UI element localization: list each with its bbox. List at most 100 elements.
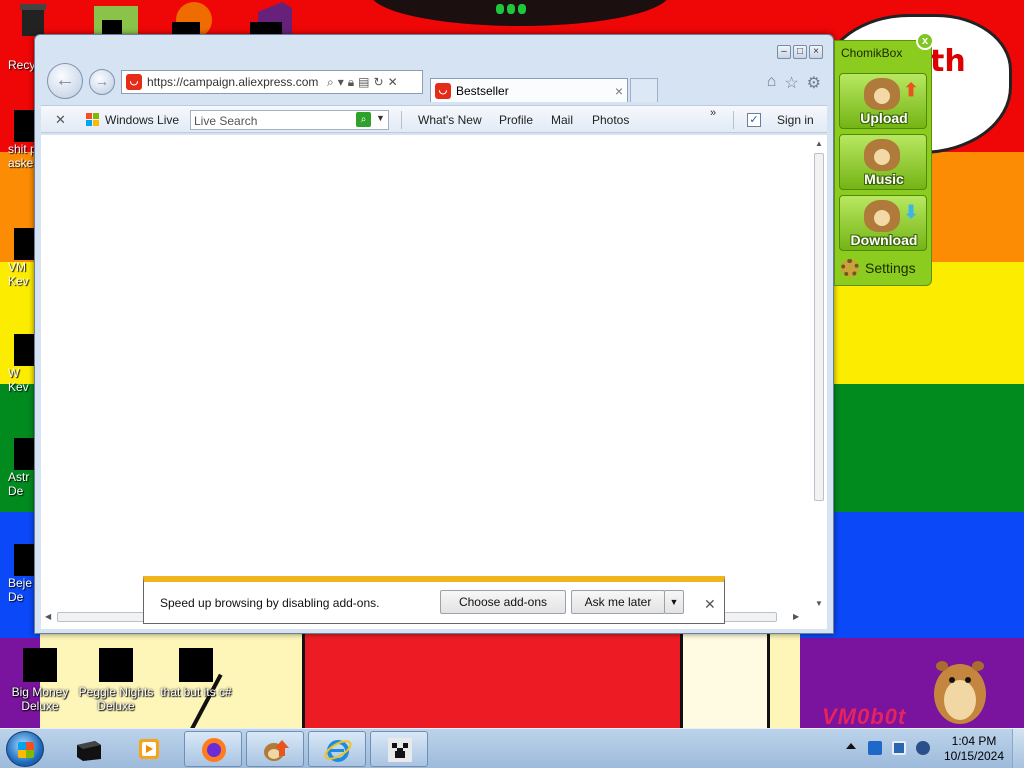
desktop-icon-big-money[interactable]: Big Money Deluxe <box>0 648 80 713</box>
back-arrow-icon: ← <box>55 69 75 91</box>
desktop-app-icon[interactable] <box>170 2 216 38</box>
scroll-right-icon[interactable]: ▶ <box>793 612 799 621</box>
search-placeholder: Live Search <box>194 114 258 128</box>
tab-bestseller[interactable]: ◡ Bestseller × <box>430 78 628 102</box>
firefox-icon <box>202 738 226 762</box>
desktop-icon-image <box>179 648 213 682</box>
download-label: Download <box>850 232 918 248</box>
sign-in-link[interactable]: Sign in <box>777 113 814 127</box>
upload-arrow-icon: ⬆ <box>903 80 919 100</box>
stop-icon[interactable]: ✕ <box>388 75 398 90</box>
dropdown-icon[interactable]: ▾ <box>338 75 344 90</box>
chomikbox-widget: ChomikBox ⬆ Upload Music ⬇ Download Sett… <box>834 40 932 286</box>
taskbar-item-minecraft[interactable] <box>370 731 428 767</box>
link-photos[interactable]: Photos <box>592 113 629 127</box>
hamster-headphones-icon <box>864 139 900 171</box>
desktop-icon-that-but-its-csharp[interactable]: that but its c# <box>150 648 242 699</box>
black-box-icon <box>77 741 101 761</box>
tray-app-icon[interactable] <box>868 741 882 755</box>
volume-icon[interactable] <box>916 741 930 755</box>
hamster-icon <box>864 78 900 110</box>
scroll-down-icon[interactable]: ▼ <box>815 599 823 608</box>
home-icon[interactable]: ⌂ <box>767 73 777 93</box>
desktop-icon-peggle-nights[interactable]: Peggle Nights Deluxe <box>76 648 156 713</box>
toolbar-separator <box>733 111 734 129</box>
settings-gear-icon <box>841 259 859 277</box>
taskbar-item-app[interactable] <box>60 731 118 767</box>
windows-logo-icon <box>86 113 100 127</box>
search-go-icon[interactable]: ⌕ <box>356 112 371 127</box>
forward-button[interactable]: → <box>89 69 115 95</box>
chomikbox-icon <box>264 740 289 761</box>
page-content-area[interactable]: ▲ ▼ ◀ ▶ <box>41 135 827 629</box>
desktop-icon-image <box>23 648 57 682</box>
scroll-up-icon[interactable]: ▲ <box>815 139 823 148</box>
start-button[interactable] <box>6 731 44 767</box>
minimize-button[interactable]: – <box>777 45 791 59</box>
toolbar-more-icon[interactable]: » <box>710 107 716 119</box>
aliexpress-favicon-icon: ◡ <box>435 82 451 99</box>
notification-message: Speed up browsing by disabling add-ons. <box>160 596 380 610</box>
lock-icon[interactable]: 🔒︎ <box>348 75 354 90</box>
address-url[interactable]: https://campaign.aliexpress.com <box>147 75 323 89</box>
show-desktop-button[interactable] <box>1012 729 1024 768</box>
recycle-bin-icon[interactable] <box>14 2 60 36</box>
chomikbox-close-icon[interactable]: x <box>916 32 934 50</box>
compatibility-view-icon[interactable]: ▤ <box>358 75 369 90</box>
taskbar-item-media-player[interactable] <box>120 731 178 767</box>
upload-button[interactable]: ⬆ Upload <box>839 73 927 129</box>
maximize-button[interactable]: □ <box>793 45 807 59</box>
search-dropdown-icon[interactable]: ▼ <box>376 113 385 123</box>
settings-button[interactable]: Settings <box>841 259 916 277</box>
visual-studio-icon[interactable] <box>248 2 294 36</box>
link-whats-new[interactable]: What's New <box>418 113 482 127</box>
windows-live-brand[interactable]: Windows Live <box>105 113 179 127</box>
windows-live-toolbar: ✕ Windows Live Live Search ⌕ ▼ What's Ne… <box>41 105 827 133</box>
download-button[interactable]: ⬇ Download <box>839 195 927 251</box>
music-button[interactable]: Music <box>839 134 927 190</box>
taskbar-item-firefox[interactable] <box>184 731 242 767</box>
refresh-icon[interactable]: ↻ <box>374 75 384 90</box>
desktop-app-icon[interactable] <box>92 2 138 36</box>
taskbar-item-internet-explorer[interactable] <box>308 731 366 767</box>
media-player-icon <box>139 739 159 759</box>
ask-later-dropdown-icon[interactable]: ▼ <box>664 590 684 614</box>
creeper-icon <box>388 738 412 762</box>
vertical-scrollbar[interactable]: ▲ ▼ <box>813 139 825 609</box>
scroll-left-icon[interactable]: ◀ <box>45 612 51 621</box>
toolbar-separator <box>401 111 402 129</box>
system-clock[interactable]: 1:04 PM 10/15/2024 <box>940 734 1008 764</box>
new-tab-button[interactable] <box>630 78 658 102</box>
show-hidden-icons-icon[interactable] <box>846 743 856 749</box>
toolbar-close-icon[interactable]: ✕ <box>55 112 66 128</box>
wallpaper-speech-text: th <box>930 44 966 79</box>
link-profile[interactable]: Profile <box>499 113 533 127</box>
choose-addons-button[interactable]: Choose add-ons <box>440 590 566 614</box>
tab-title: Bestseller <box>456 83 509 98</box>
tab-close-icon[interactable]: × <box>611 83 627 99</box>
close-button[interactable]: × <box>809 45 823 59</box>
network-icon[interactable] <box>892 741 906 755</box>
live-search-input[interactable]: Live Search ⌕ ▼ <box>190 110 389 130</box>
gear-icon[interactable]: ⚙ <box>807 73 821 93</box>
back-button[interactable]: ← <box>47 63 83 99</box>
checkbox-icon[interactable]: ✓ <box>747 113 761 127</box>
wallpaper-cartoon-eyes <box>496 4 526 16</box>
internet-explorer-icon <box>324 740 352 762</box>
browser-right-tools: ⌂ ☆ ⚙ <box>767 73 821 93</box>
link-mail[interactable]: Mail <box>551 113 573 127</box>
favorites-star-icon[interactable]: ☆ <box>784 73 798 93</box>
hamster-icon <box>864 200 900 232</box>
notification-close-icon[interactable]: ✕ <box>704 596 716 613</box>
vertical-scroll-thumb[interactable] <box>814 153 824 501</box>
forward-arrow-icon: → <box>95 73 109 89</box>
wallpaper-watermark: VM0b0t <box>822 704 907 729</box>
search-icon[interactable]: ⌕ <box>327 75 334 90</box>
address-tools: ⌕ ▾ 🔒︎ ▤ ↻ ✕ <box>327 75 398 90</box>
upload-label: Upload <box>860 110 908 126</box>
taskbar-item-chomikbox[interactable] <box>246 731 304 767</box>
clock-time: 1:04 PM <box>951 734 997 748</box>
ask-me-later-button[interactable]: Ask me later <box>571 590 665 614</box>
address-bar[interactable]: ◡ https://campaign.aliexpress.com ⌕ ▾ 🔒︎… <box>121 70 423 94</box>
window-controls: – □ × <box>777 45 823 59</box>
